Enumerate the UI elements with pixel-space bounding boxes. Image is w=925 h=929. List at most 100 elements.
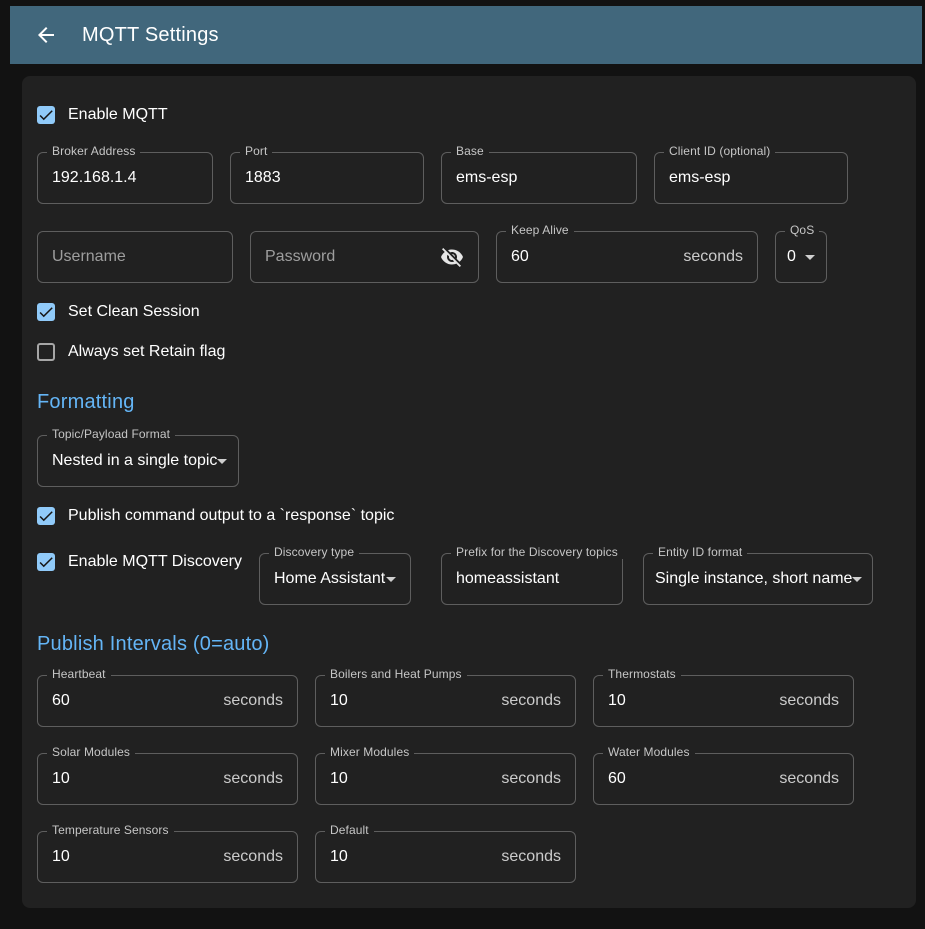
visibility-off-icon (440, 245, 464, 269)
entity-format-select[interactable]: Entity ID format Single instance, short … (643, 553, 873, 605)
qos-label: QoS (785, 223, 819, 237)
password-field[interactable] (250, 231, 479, 283)
temperature-interval-field[interactable]: Temperature Sensors seconds (37, 831, 298, 883)
boilers-input[interactable] (330, 692, 493, 710)
discovery-type-label: Discovery type (269, 545, 359, 559)
keep-alive-field[interactable]: Keep Alive seconds (496, 231, 758, 283)
thermostats-label: Thermostats (603, 667, 681, 681)
enable-discovery-row[interactable]: Enable MQTT Discovery (37, 547, 259, 571)
chevron-down-icon (217, 459, 227, 464)
credentials-row: Keep Alive seconds QoS 0 (37, 231, 901, 283)
heartbeat-input[interactable] (52, 692, 215, 710)
chevron-down-icon (852, 577, 862, 582)
solar-suffix: seconds (223, 770, 283, 788)
topic-format-label: Topic/Payload Format (47, 427, 175, 441)
retain-flag-label: Always set Retain flag (68, 343, 225, 361)
water-input[interactable] (608, 770, 771, 788)
qos-value: 0 (787, 248, 796, 266)
discovery-prefix-field[interactable]: Prefix for the Discovery topics (441, 553, 623, 605)
topic-format-select[interactable]: Topic/Payload Format Nested in a single … (37, 435, 239, 487)
keep-alive-label: Keep Alive (506, 223, 574, 237)
default-interval-field[interactable]: Default seconds (315, 831, 576, 883)
broker-row: Broker Address Port Base Client ID (opti… (37, 152, 901, 204)
chevron-down-icon (386, 577, 396, 582)
entity-format-value: Single instance, short name (655, 570, 852, 588)
check-icon (37, 507, 55, 525)
broker-address-input[interactable] (52, 169, 198, 187)
port-input[interactable] (245, 169, 409, 187)
water-interval-field[interactable]: Water Modules seconds (593, 753, 854, 805)
temperature-input[interactable] (52, 848, 215, 866)
password-input[interactable] (265, 248, 440, 266)
default-input[interactable] (330, 848, 493, 866)
thermostats-suffix: seconds (779, 692, 839, 710)
publish-response-checkbox[interactable] (37, 507, 55, 525)
check-icon (37, 106, 55, 124)
app-bar: MQTT Settings (10, 6, 922, 64)
chevron-down-icon (805, 255, 815, 260)
entity-format-label: Entity ID format (653, 545, 747, 559)
water-label: Water Modules (603, 745, 695, 759)
default-label: Default (325, 823, 374, 837)
enable-mqtt-row[interactable]: Enable MQTT (37, 106, 901, 124)
mixer-label: Mixer Modules (325, 745, 414, 759)
discovery-type-select[interactable]: Discovery type Home Assistant (259, 553, 411, 605)
username-field[interactable] (37, 231, 233, 283)
mqtt-settings-card: Enable MQTT Broker Address Port Base Cli… (22, 76, 916, 908)
mixer-input[interactable] (330, 770, 493, 788)
page-title: MQTT Settings (82, 24, 219, 47)
discovery-type-value: Home Assistant (274, 570, 385, 588)
formatting-section-title: Formatting (37, 391, 901, 414)
topic-format-value: Nested in a single topic (52, 452, 217, 470)
temperature-label: Temperature Sensors (47, 823, 174, 837)
solar-input[interactable] (52, 770, 215, 788)
discovery-prefix-label: Prefix for the Discovery topics (451, 545, 623, 559)
heartbeat-suffix: seconds (223, 692, 283, 710)
check-icon (37, 553, 55, 571)
boilers-suffix: seconds (501, 692, 561, 710)
client-id-field[interactable]: Client ID (optional) (654, 152, 848, 204)
thermostats-input[interactable] (608, 692, 771, 710)
retain-flag-row[interactable]: Always set Retain flag (37, 343, 901, 361)
back-button[interactable] (26, 15, 66, 55)
boilers-label: Boilers and Heat Pumps (325, 667, 467, 681)
clean-session-label: Set Clean Session (68, 303, 200, 321)
port-field[interactable]: Port (230, 152, 424, 204)
arrow-left-icon (34, 23, 58, 47)
clean-session-checkbox[interactable] (37, 303, 55, 321)
keep-alive-suffix: seconds (683, 248, 743, 266)
publish-intervals-section-title: Publish Intervals (0=auto) (37, 633, 901, 656)
password-visibility-button[interactable] (440, 245, 464, 269)
water-suffix: seconds (779, 770, 839, 788)
base-label: Base (451, 144, 489, 158)
base-field[interactable]: Base (441, 152, 637, 204)
solar-interval-field[interactable]: Solar Modules seconds (37, 753, 298, 805)
enable-discovery-label: Enable MQTT Discovery (68, 553, 242, 571)
port-label: Port (240, 144, 272, 158)
username-input[interactable] (52, 248, 218, 266)
publish-response-row[interactable]: Publish command output to a `response` t… (37, 507, 901, 525)
base-input[interactable] (456, 169, 622, 187)
keep-alive-input[interactable] (511, 248, 675, 266)
publish-response-label: Publish command output to a `response` t… (68, 507, 394, 525)
clean-session-row[interactable]: Set Clean Session (37, 303, 901, 321)
enable-discovery-checkbox[interactable] (37, 553, 55, 571)
mixer-suffix: seconds (501, 770, 561, 788)
mixer-interval-field[interactable]: Mixer Modules seconds (315, 753, 576, 805)
broker-address-label: Broker Address (47, 144, 140, 158)
client-id-label: Client ID (optional) (664, 144, 775, 158)
retain-flag-checkbox[interactable] (37, 343, 55, 361)
enable-mqtt-label: Enable MQTT (68, 106, 168, 124)
thermostats-interval-field[interactable]: Thermostats seconds (593, 675, 854, 727)
broker-address-field[interactable]: Broker Address (37, 152, 213, 204)
temperature-suffix: seconds (223, 848, 283, 866)
publish-intervals-grid: Heartbeat seconds Boilers and Heat Pumps… (37, 675, 901, 883)
check-icon (37, 303, 55, 321)
client-id-input[interactable] (669, 169, 833, 187)
enable-mqtt-checkbox[interactable] (37, 106, 55, 124)
boilers-interval-field[interactable]: Boilers and Heat Pumps seconds (315, 675, 576, 727)
page: MQTT Settings Enable MQTT Broker Address… (0, 0, 925, 908)
discovery-prefix-input[interactable] (456, 570, 608, 588)
heartbeat-interval-field[interactable]: Heartbeat seconds (37, 675, 298, 727)
qos-select[interactable]: QoS 0 (775, 231, 827, 283)
